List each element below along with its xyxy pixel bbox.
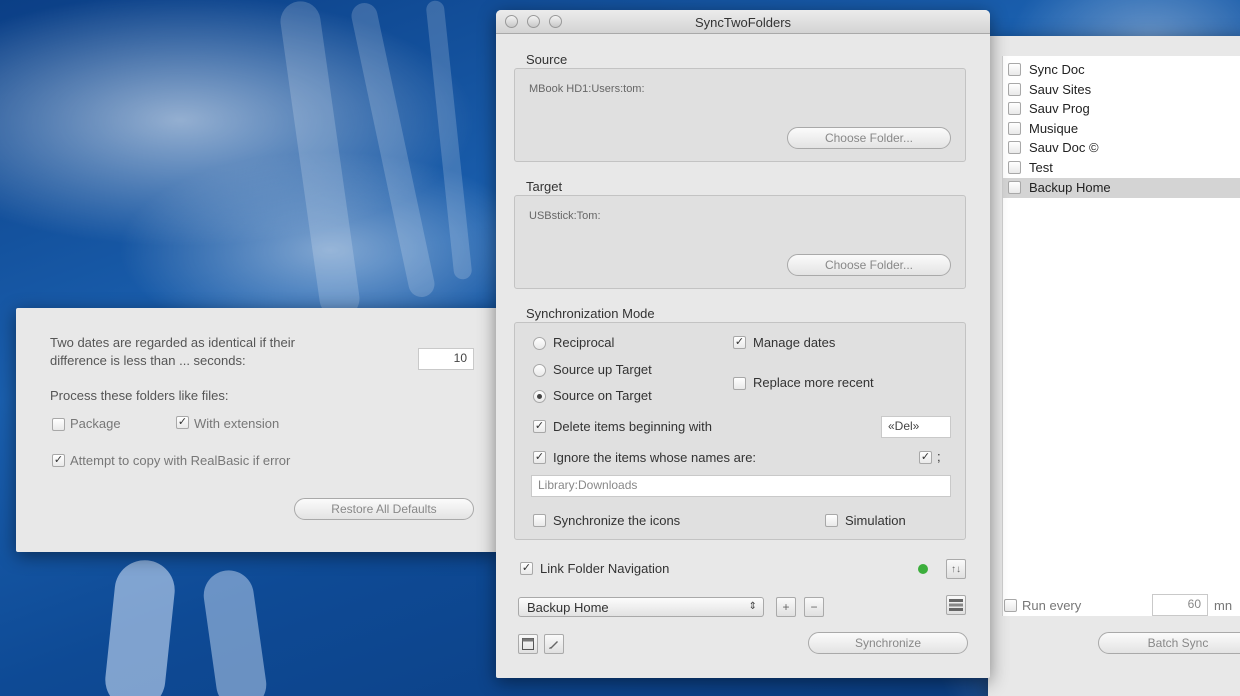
list-view-glyph <box>949 599 963 611</box>
manage-dates-label: Manage dates <box>753 335 836 350</box>
source-up-target-radio[interactable] <box>533 364 546 377</box>
batch-list-item[interactable]: Sauv Sites <box>1003 80 1240 100</box>
ignore-separator-label: ; <box>937 449 941 464</box>
mode-group: Reciprocal ✓ Manage dates Source up Targ… <box>514 322 966 540</box>
batch-item-checkbox[interactable] <box>1008 141 1021 155</box>
target-heading: Target <box>526 179 563 194</box>
edit-glyph <box>549 641 558 649</box>
reciprocal-label: Reciprocal <box>553 335 615 350</box>
with-extension-label: With extension <box>194 416 280 431</box>
sync-icons-checkbox[interactable] <box>533 514 546 527</box>
source-up-target-label: Source up Target <box>553 362 652 377</box>
source-heading: Source <box>526 52 568 67</box>
window-panel-glyph <box>522 638 534 650</box>
ignore-separator-checkbox[interactable]: ✓ <box>919 451 932 464</box>
target-path: USBstick:Tom: <box>529 210 601 222</box>
title-bar[interactable]: SyncTwoFolders <box>496 10 990 34</box>
simulation-label: Simulation <box>845 513 906 528</box>
reciprocal-radio[interactable] <box>533 337 546 350</box>
wallpaper-streak <box>200 567 270 696</box>
source-group: MBook HD1:Users:tom: Choose Folder... <box>514 68 966 162</box>
batch-item-label: Sauv Prog <box>1029 101 1090 117</box>
edit-icon[interactable] <box>544 634 564 654</box>
source-path: MBook HD1:Users:tom: <box>529 83 645 95</box>
batch-item-checkbox[interactable] <box>1008 121 1021 135</box>
add-set-button[interactable]: + <box>776 597 796 617</box>
wallpaper-streak <box>102 557 178 696</box>
sort-button[interactable]: ↑↓ <box>946 559 966 579</box>
attempt-copy-checkbox[interactable]: ✓ <box>52 454 65 467</box>
delete-prefix-field[interactable]: «Del» <box>881 416 951 438</box>
replace-more-recent-checkbox[interactable] <box>733 377 746 390</box>
run-every-field[interactable]: 60 <box>1152 594 1208 616</box>
batch-item-label: Sauv Doc © <box>1029 140 1099 156</box>
source-choose-folder-button[interactable]: Choose Folder... <box>787 127 951 149</box>
batch-item-checkbox[interactable] <box>1008 180 1021 194</box>
batch-item-label: Sauv Sites <box>1029 81 1092 97</box>
batch-list-item[interactable]: Sync Doc <box>1003 60 1240 80</box>
source-on-target-radio[interactable] <box>533 390 546 403</box>
link-folder-label: Link Folder Navigation <box>540 561 670 576</box>
seconds-field[interactable]: 10 <box>418 348 474 370</box>
batch-item-checkbox[interactable] <box>1008 63 1021 76</box>
package-label: Package <box>70 416 121 431</box>
batch-item-checkbox[interactable] <box>1008 161 1021 174</box>
dates-text: Two dates are regarded as identical if t… <box>50 334 295 370</box>
delete-items-checkbox[interactable]: ✓ <box>533 420 546 433</box>
ignore-items-checkbox[interactable]: ✓ <box>533 451 546 464</box>
batch-item-label: Test <box>1029 160 1053 175</box>
link-folder-checkbox[interactable]: ✓ <box>520 562 533 575</box>
batch-list-item[interactable]: Backup Home <box>1003 177 1240 198</box>
batch-list-item[interactable]: Sauv Prog <box>1003 99 1240 119</box>
delete-items-label: Delete items beginning with <box>553 419 712 434</box>
batch-list-item[interactable]: Sauv Doc © <box>1003 138 1240 158</box>
target-group: USBstick:Tom: Choose Folder... <box>514 195 966 289</box>
preferences-window: Two dates are regarded as identical if t… <box>16 308 498 552</box>
wallpaper-streak <box>277 0 363 322</box>
batch-item-label: Backup Home <box>1029 179 1111 195</box>
mode-heading: Synchronization Mode <box>526 306 655 321</box>
batch-list-item[interactable]: Musique <box>1003 119 1240 139</box>
set-popup-value: Backup Home <box>527 600 609 615</box>
dates-text-line2: difference is less than ... seconds: <box>50 353 246 368</box>
package-checkbox[interactable] <box>52 418 65 431</box>
ignore-list-field[interactable]: Library:Downloads <box>531 475 951 497</box>
process-label: Process these folders like files: <box>50 388 229 403</box>
batch-item-checkbox[interactable] <box>1008 82 1021 96</box>
set-popup[interactable]: Backup Home ⇕ <box>518 597 764 617</box>
batch-window: Sync Doc Sauv Sites Sauv Prog Musique Sauv D… <box>988 36 1240 696</box>
target-choose-folder-button[interactable]: Choose Folder... <box>787 254 951 276</box>
batch-item-label: Sync Doc <box>1029 62 1085 77</box>
restore-defaults-button[interactable]: Restore All Defaults <box>294 498 474 520</box>
remove-set-button[interactable]: − <box>804 597 824 617</box>
simulation-checkbox[interactable] <box>825 514 838 527</box>
window-title: SyncTwoFolders <box>694 15 792 30</box>
window-panel-icon[interactable] <box>518 634 538 654</box>
dates-text-line1: Two dates are regarded as identical if t… <box>50 335 295 350</box>
updown-arrow-icon: ⇕ <box>748 601 757 612</box>
sync-icons-label: Synchronize the icons <box>553 513 681 528</box>
batch-list[interactable]: Sync Doc Sauv Sites Sauv Prog Musique Sauv D… <box>1002 56 1240 616</box>
list-view-icon[interactable] <box>946 595 966 615</box>
batch-item-checkbox[interactable] <box>1008 102 1021 116</box>
ignore-items-label: Ignore the items whose names are: <box>553 450 757 465</box>
status-dot <box>918 564 928 574</box>
manage-dates-checkbox[interactable]: ✓ <box>733 336 746 349</box>
wallpaper-streak <box>349 0 437 300</box>
source-on-target-label: Source on Target <box>553 388 652 403</box>
replace-more-recent-label: Replace more recent <box>753 375 874 390</box>
main-window: SyncTwoFolders Source MBook HD1:Users:to… <box>496 10 990 678</box>
batch-sync-button[interactable]: Batch Sync <box>1098 632 1240 654</box>
run-unit-label: mn <box>1214 598 1233 613</box>
run-every-checkbox[interactable] <box>1004 599 1017 612</box>
synchronize-button[interactable]: Synchronize <box>808 632 968 654</box>
batch-list-item[interactable]: Test <box>1003 158 1240 178</box>
batch-item-label: Musique <box>1029 120 1079 136</box>
run-every-label: Run every <box>1022 598 1082 613</box>
attempt-copy-label: Attempt to copy with RealBasic if error <box>70 453 291 468</box>
wallpaper-streak <box>425 0 473 281</box>
with-extension-checkbox[interactable]: ✓ <box>176 416 189 429</box>
